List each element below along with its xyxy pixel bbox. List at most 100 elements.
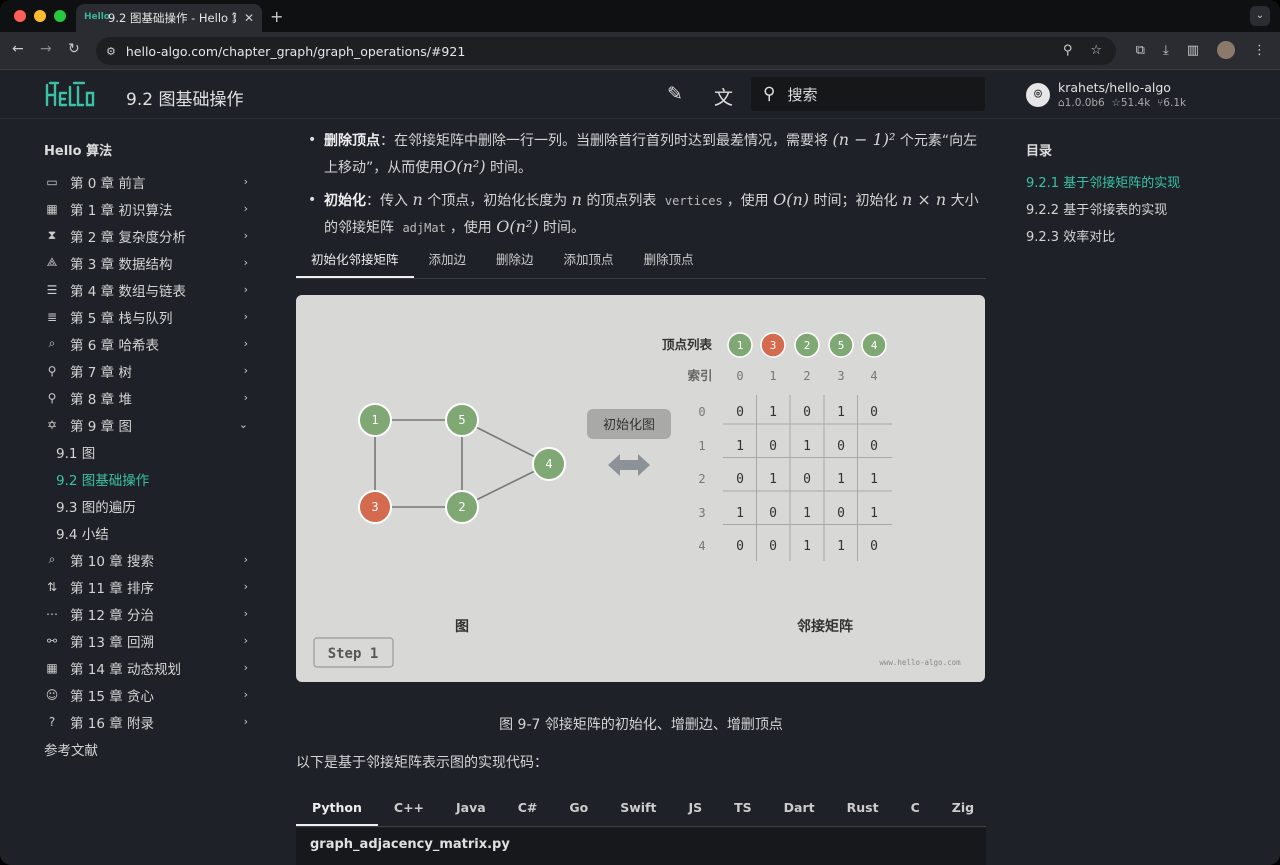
vertex-list-value: 2 — [804, 339, 811, 352]
extensions-icon[interactable]: ⧉ — [1136, 43, 1145, 58]
site-info-icon[interactable]: ⚙ — [106, 45, 116, 58]
tab-operation[interactable]: 添加边 — [414, 242, 482, 278]
chapter-icon: ▦ — [46, 660, 58, 675]
tab-language[interactable]: Dart — [768, 790, 831, 826]
chevron-right-icon[interactable]: › — [244, 553, 248, 566]
menu-icon[interactable]: ⋮ — [1253, 43, 1266, 58]
sidebar-item-chapter[interactable]: ⚲ 第 8 章 堆 › — [44, 384, 254, 411]
chevron-right-icon[interactable]: › — [244, 688, 248, 701]
sidebar-subitem[interactable]: 9.1 图 — [44, 438, 254, 465]
toc-item[interactable]: 9.2.1 基于邻接矩阵的实现 — [1026, 168, 1180, 195]
profile-avatar[interactable] — [1217, 41, 1235, 59]
chevron-right-icon[interactable]: › — [244, 310, 248, 323]
chevron-right-icon[interactable]: › — [244, 607, 248, 620]
matrix-cell: 1 — [736, 506, 744, 521]
matrix-cell: 1 — [769, 472, 777, 487]
tab-language[interactable]: C — [895, 790, 936, 826]
tab-search-icon[interactable]: ⌄ — [1250, 6, 1270, 26]
sidebar-item-chapter[interactable]: ≣ 第 5 章 栈与队列 › — [44, 303, 254, 330]
chevron-down-icon[interactable]: ⌄ — [239, 418, 248, 431]
sidebar-item-chapter[interactable]: ? 第 16 章 附录 › — [44, 708, 254, 735]
repo-stars: 51.4k — [1120, 97, 1151, 109]
chevron-right-icon[interactable]: › — [244, 580, 248, 593]
chevron-right-icon[interactable]: › — [244, 715, 248, 728]
sidepanel-icon[interactable]: ▥ — [1187, 43, 1199, 58]
tab-language[interactable]: C++ — [378, 790, 440, 826]
chevron-right-icon[interactable]: › — [244, 229, 248, 242]
sidebar-item-chapter[interactable]: ▭ 第 0 章 前言 › — [44, 168, 254, 195]
maximize-window-button[interactable] — [54, 10, 66, 22]
back-icon[interactable]: ← — [12, 41, 24, 57]
page-title: 9.2 图基础操作 — [126, 90, 244, 110]
tab-operation[interactable]: 添加顶点 — [549, 242, 629, 278]
sidebar-subitem[interactable]: 9.3 图的遍历 — [44, 492, 254, 519]
sidebar-heading: Hello 算法 — [44, 144, 113, 159]
tab-operation[interactable]: 删除顶点 — [629, 242, 709, 278]
browser-window: Hello 9.2 图基础操作 - Hello 算法 ✕ + ⌄ ← → ↻ ⚙… — [0, 0, 1280, 865]
close-window-button[interactable] — [14, 10, 26, 22]
sidebar-item-label: 第 1 章 初识算法 — [70, 202, 173, 219]
chevron-right-icon[interactable]: › — [244, 175, 248, 188]
chevron-right-icon[interactable]: › — [244, 391, 248, 404]
tab-language[interactable]: Go — [553, 790, 604, 826]
tab-language[interactable]: Zig — [936, 790, 990, 826]
site-logo[interactable] — [44, 81, 96, 109]
sidebar-item-chapter[interactable]: ⟁ 第 3 章 数据结构 › — [44, 249, 254, 276]
sidebar-item-label: 第 5 章 栈与队列 — [70, 310, 173, 327]
tab-operation[interactable]: 删除边 — [481, 242, 549, 278]
graph-node-label: 4 — [545, 457, 552, 471]
chevron-right-icon[interactable]: › — [244, 661, 248, 674]
tab-language[interactable]: Python — [296, 790, 378, 826]
repo-link[interactable]: ⌾ krahets/hello-algo ⌂1.0.0b6 ☆51.4k ⑂6.… — [1026, 80, 1186, 109]
sidebar-item-chapter[interactable]: ▦ 第 14 章 动态规划 › — [44, 654, 254, 681]
search-box[interactable]: ⚲ 搜索 — [751, 77, 985, 111]
sidebar-item-chapter[interactable]: ⇅ 第 11 章 排序 › — [44, 573, 254, 600]
forward-icon[interactable]: → — [40, 41, 52, 57]
sidebar-item-chapter[interactable]: ⋯ 第 12 章 分治 › — [44, 600, 254, 627]
sidebar-item-chapter[interactable]: ▦ 第 1 章 初识算法 › — [44, 195, 254, 222]
toc-item[interactable]: 9.2.3 效率对比 — [1026, 222, 1180, 249]
bookmark-star-icon[interactable]: ☆ — [1090, 43, 1102, 58]
sidebar-item-chapter[interactable]: ⧗ 第 2 章 复杂度分析 › — [44, 222, 254, 249]
vertex-list-value: 5 — [838, 339, 845, 352]
sidebar-item-chapter[interactable]: ☰ 第 4 章 数组与链表 › — [44, 276, 254, 303]
sidebar-item-references[interactable]: 参考文献 — [44, 735, 254, 762]
chevron-right-icon[interactable]: › — [244, 283, 248, 296]
sidebar-subitem[interactable]: 9.2 图基础操作 — [44, 465, 254, 492]
toc-item[interactable]: 9.2.2 基于邻接表的实现 — [1026, 195, 1180, 222]
chevron-right-icon[interactable]: › — [244, 634, 248, 647]
sidebar-item-label: 9.4 小结 — [56, 526, 109, 543]
tab-language[interactable]: C# — [502, 790, 554, 826]
chevron-right-icon[interactable]: › — [244, 364, 248, 377]
sidebar-item-chapter[interactable]: ☺ 第 15 章 贪心 › — [44, 681, 254, 708]
zoom-icon[interactable]: ⚲ — [1063, 43, 1073, 58]
sidebar-subitem[interactable]: 9.4 小结 — [44, 519, 254, 546]
chevron-right-icon[interactable]: › — [244, 256, 248, 269]
tab-operation[interactable]: 初始化邻接矩阵 — [296, 242, 414, 278]
download-icon[interactable]: ⤓ — [1163, 43, 1169, 58]
browser-tab[interactable]: Hello 9.2 图基础操作 - Hello 算法 ✕ — [76, 4, 262, 32]
matrix-cell: 0 — [769, 539, 777, 554]
tab-language[interactable]: Java — [440, 790, 502, 826]
reload-icon[interactable]: ↻ — [68, 41, 80, 57]
tab-language[interactable]: Swift — [604, 790, 672, 826]
chapter-icon: ✡ — [46, 417, 58, 432]
language-icon[interactable]: 文 — [714, 83, 733, 110]
sidebar-item-label: 第 9 章 图 — [70, 418, 132, 435]
tab-language[interactable]: TS — [718, 790, 768, 826]
chevron-right-icon[interactable]: › — [244, 337, 248, 350]
close-tab-icon[interactable]: ✕ — [244, 11, 254, 25]
url-field[interactable]: ⚙ hello-algo.com/chapter_graph/graph_ope… — [96, 37, 1116, 65]
tab-language[interactable]: JS — [672, 790, 718, 826]
column-index: 1 — [769, 369, 776, 383]
sidebar-item-chapter[interactable]: ⌕ 第 6 章 哈希表 › — [44, 330, 254, 357]
chevron-right-icon[interactable]: › — [244, 202, 248, 215]
new-tab-icon[interactable]: + — [270, 7, 283, 26]
minimize-window-button[interactable] — [34, 10, 46, 22]
sidebar-item-chapter[interactable]: ⚯ 第 13 章 回溯 › — [44, 627, 254, 654]
tab-language[interactable]: Rust — [831, 790, 895, 826]
sidebar-item-chapter[interactable]: ✡ 第 9 章 图 ⌄ — [44, 411, 254, 438]
sidebar-item-chapter[interactable]: ⚲ 第 7 章 树 › — [44, 357, 254, 384]
theme-toggle-icon[interactable]: ✎ — [667, 83, 683, 105]
sidebar-item-chapter[interactable]: ⌕ 第 10 章 搜索 › — [44, 546, 254, 573]
